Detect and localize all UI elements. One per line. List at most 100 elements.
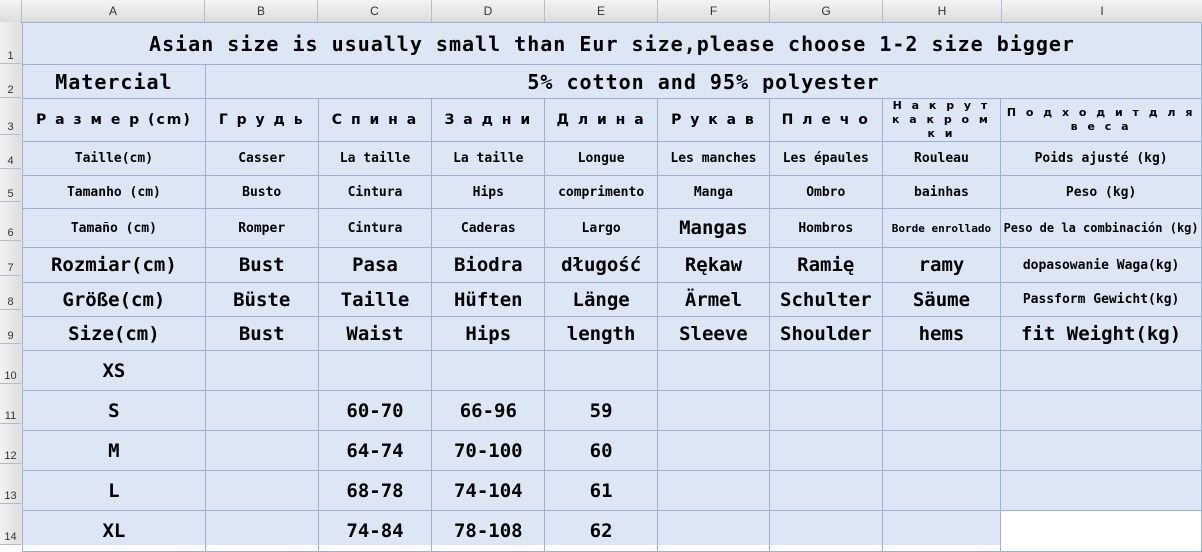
es-hems-cell[interactable]: Borde enrollado — [881, 208, 1002, 248]
hems-cell[interactable] — [881, 430, 1002, 471]
de-size-cell[interactable]: Größe(cm) — [22, 282, 206, 317]
weight-cell[interactable] — [1000, 430, 1202, 471]
de-waist-cell[interactable]: Taille — [317, 282, 433, 317]
sleeve-cell[interactable] — [657, 510, 770, 552]
pl-bust-cell[interactable]: Bust — [204, 247, 319, 283]
size-s-cell[interactable]: S — [22, 390, 206, 431]
row-header[interactable]: 7 — [0, 241, 21, 276]
size-l-cell[interactable]: L — [22, 470, 206, 511]
en-shoulder-cell[interactable]: Shoulder — [768, 316, 883, 351]
fr-length-cell[interactable]: Longue — [544, 141, 659, 176]
row-header[interactable]: 5 — [0, 169, 21, 202]
size-xl-cell[interactable]: XL — [22, 510, 206, 552]
column-header-b[interactable]: B — [205, 0, 318, 22]
length-cell[interactable]: 59 — [544, 390, 659, 431]
column-header-i[interactable]: I — [1002, 0, 1202, 22]
pt-bust-cell[interactable]: Busto — [204, 175, 319, 209]
es-length-cell[interactable]: Largo — [544, 208, 659, 248]
de-length-cell[interactable]: Länge — [544, 282, 659, 317]
ru-shoulder-cell[interactable]: П л е ч о — [768, 98, 883, 142]
en-length-cell[interactable]: length — [544, 316, 659, 351]
de-sleeve-cell[interactable]: Ärmel — [657, 282, 770, 317]
de-bust-cell[interactable]: Büste — [204, 282, 319, 317]
pt-hips-cell[interactable]: Hips — [431, 175, 546, 209]
hems-cell[interactable] — [881, 470, 1002, 511]
size-xs-cell[interactable]: XS — [22, 350, 206, 391]
pl-length-cell[interactable]: długość — [544, 247, 659, 283]
ru-size-cell[interactable]: Р а з м е р (cm) — [22, 98, 206, 142]
waist-cell[interactable]: 64-74 — [317, 430, 433, 471]
weight-cell[interactable] — [1000, 350, 1202, 391]
size-m-cell[interactable]: M — [22, 430, 206, 471]
fr-bust-cell[interactable]: Casser — [204, 141, 319, 176]
ru-hems-cell[interactable]: Н а к р у т к а к р о м к и — [881, 98, 1002, 142]
pt-waist-cell[interactable]: Cintura — [317, 175, 433, 209]
material-value-cell[interactable]: 5% cotton and 95% polyester — [204, 64, 1202, 99]
length-cell[interactable]: 61 — [544, 470, 659, 511]
waist-cell[interactable] — [317, 350, 433, 391]
column-header-g[interactable]: G — [770, 0, 883, 22]
bust-cell[interactable] — [204, 470, 319, 511]
fr-waist-cell[interactable]: La taille — [317, 141, 433, 176]
en-size-cell[interactable]: Size(cm) — [22, 316, 206, 351]
shoulder-cell[interactable] — [768, 430, 883, 471]
pl-waist-cell[interactable]: Pasa — [317, 247, 433, 283]
hips-cell[interactable] — [431, 350, 546, 391]
pt-size-cell[interactable]: Tamanho (cm) — [22, 175, 206, 209]
pt-weight-cell[interactable]: Peso (kg) — [1000, 175, 1202, 209]
column-header-a[interactable]: A — [22, 0, 205, 22]
pl-size-cell[interactable]: Rozmiar(cm) — [22, 247, 206, 283]
shoulder-cell[interactable] — [768, 390, 883, 431]
fr-shoulder-cell[interactable]: Les épaules — [768, 141, 883, 176]
sleeve-cell[interactable] — [657, 350, 770, 391]
bust-cell[interactable] — [204, 350, 319, 391]
sleeve-cell[interactable] — [657, 430, 770, 471]
row-header[interactable]: 9 — [0, 310, 21, 344]
en-bust-cell[interactable]: Bust — [204, 316, 319, 351]
en-weight-cell[interactable]: fit Weight(kg) — [1000, 316, 1202, 351]
en-waist-cell[interactable]: Waist — [317, 316, 433, 351]
column-header-h[interactable]: H — [883, 0, 1002, 22]
sleeve-cell[interactable] — [657, 390, 770, 431]
ru-bust-cell[interactable]: Г р у д ь — [204, 98, 319, 142]
shoulder-cell[interactable] — [768, 470, 883, 511]
hips-cell[interactable]: 66-96 — [431, 390, 546, 431]
hems-cell[interactable] — [881, 510, 1002, 552]
ru-sleeve-cell[interactable]: Р у к а в — [657, 98, 770, 142]
shoulder-cell[interactable] — [768, 350, 883, 391]
column-header-e[interactable]: E — [545, 0, 658, 22]
pl-sleeve-cell[interactable]: Rękaw — [657, 247, 770, 283]
fr-hems-cell[interactable]: Rouleau — [881, 141, 1002, 176]
waist-cell[interactable]: 60-70 — [317, 390, 433, 431]
es-weight-cell[interactable]: Peso de la combinación (kg) — [1000, 208, 1202, 248]
es-waist-cell[interactable]: Cintura — [317, 208, 433, 248]
de-hips-cell[interactable]: Hüften — [431, 282, 546, 317]
pt-length-cell[interactable]: comprimento — [544, 175, 659, 209]
weight-cell[interactable] — [1000, 510, 1202, 552]
sleeve-cell[interactable] — [657, 470, 770, 511]
ru-waist-cell[interactable]: С п и н а — [317, 98, 433, 142]
row-header[interactable]: 1 — [0, 22, 21, 64]
pl-shoulder-cell[interactable]: Ramię — [768, 247, 883, 283]
fr-sleeve-cell[interactable]: Les manches — [657, 141, 770, 176]
es-sleeve-cell[interactable]: Mangas — [657, 208, 770, 248]
select-all-corner[interactable] — [0, 0, 22, 22]
es-shoulder-cell[interactable]: Hombros — [768, 208, 883, 248]
column-header-c[interactable]: C — [318, 0, 432, 22]
es-hips-cell[interactable]: Caderas — [431, 208, 546, 248]
pt-hems-cell[interactable]: bainhas — [881, 175, 1002, 209]
weight-cell[interactable] — [1000, 390, 1202, 431]
row-header[interactable]: 6 — [0, 202, 21, 241]
row-header[interactable]: 4 — [0, 135, 21, 169]
column-header-d[interactable]: D — [432, 0, 545, 22]
hems-cell[interactable] — [881, 350, 1002, 391]
hips-cell[interactable]: 78-108 — [431, 510, 546, 552]
row-header[interactable]: 2 — [0, 64, 21, 98]
material-label-cell[interactable]: Matercial — [22, 64, 206, 99]
hems-cell[interactable] — [881, 390, 1002, 431]
fr-size-cell[interactable]: Taille(cm) — [22, 141, 206, 176]
row-header[interactable]: 8 — [0, 276, 21, 310]
pt-sleeve-cell[interactable]: Manga — [657, 175, 770, 209]
waist-cell[interactable]: 74-84 — [317, 510, 433, 552]
bust-cell[interactable] — [204, 510, 319, 552]
